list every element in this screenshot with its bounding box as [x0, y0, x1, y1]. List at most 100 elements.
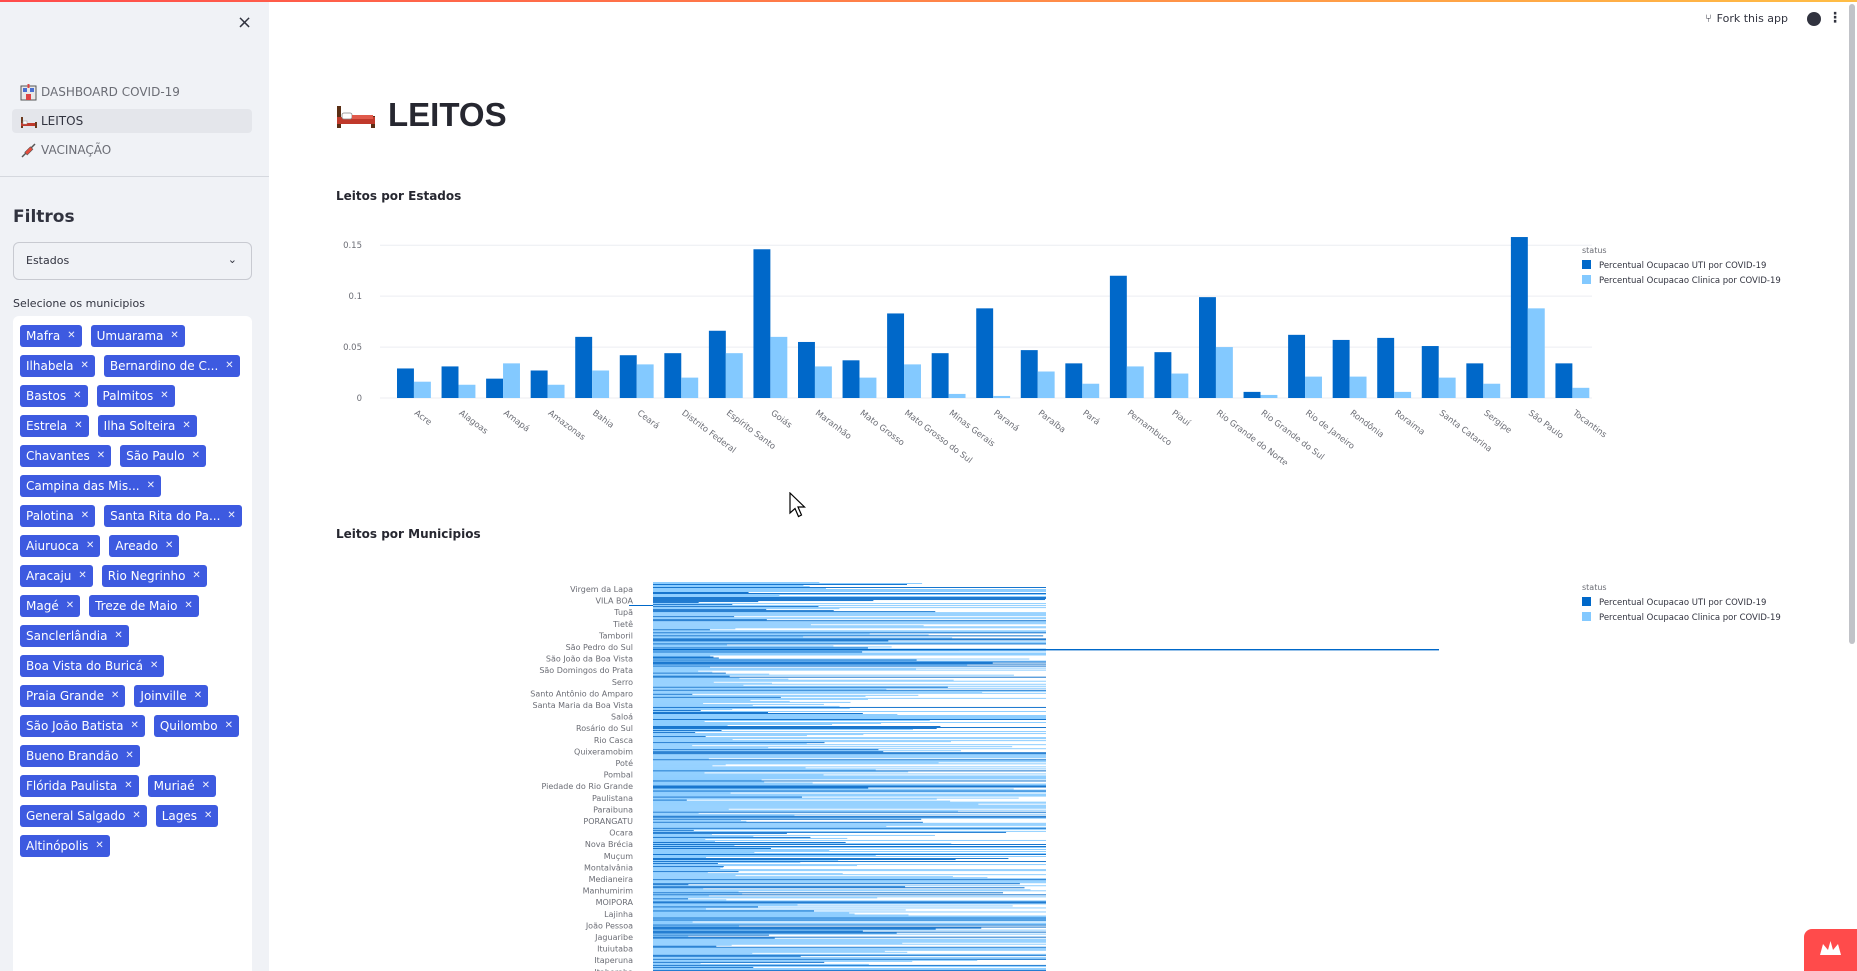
bar[interactable] [653, 686, 948, 688]
bar[interactable] [653, 806, 1046, 808]
bar[interactable] [653, 842, 952, 844]
bar[interactable] [653, 649, 1439, 651]
bar[interactable] [547, 384, 565, 398]
bar[interactable] [653, 964, 1046, 966]
bar[interactable] [653, 878, 1046, 880]
bar[interactable] [887, 313, 905, 398]
nav-item-leitos[interactable]: LEITOS [12, 109, 252, 133]
bar[interactable] [653, 584, 908, 585]
bar[interactable] [1171, 373, 1189, 398]
remove-tag-icon[interactable]: ✕ [225, 715, 233, 737]
bar[interactable] [653, 608, 840, 610]
bar[interactable] [1082, 383, 1100, 398]
bar[interactable] [653, 777, 1046, 779]
bar[interactable] [653, 620, 1046, 622]
bar[interactable] [653, 692, 1046, 694]
bar[interactable] [653, 622, 1046, 624]
bar[interactable] [653, 940, 1046, 942]
bar[interactable] [653, 900, 1046, 902]
bar[interactable] [653, 968, 1046, 970]
bar[interactable] [653, 835, 754, 837]
bar[interactable] [653, 952, 753, 954]
bar[interactable] [653, 703, 824, 705]
bar[interactable] [653, 767, 806, 769]
bar[interactable] [653, 633, 870, 635]
bar[interactable] [653, 831, 1007, 833]
bar[interactable] [653, 785, 1046, 787]
bar[interactable] [653, 698, 868, 700]
legend-label[interactable]: Percentual Ocupacao Clinica por COVID-19 [1599, 276, 1781, 286]
bar[interactable] [653, 691, 983, 693]
bar[interactable] [653, 870, 1046, 872]
bar[interactable] [653, 888, 704, 890]
bar[interactable] [653, 682, 772, 684]
municipio-tag[interactable]: General Salgado ✕ [20, 805, 147, 827]
bar[interactable] [653, 702, 704, 704]
bar[interactable] [653, 710, 1046, 712]
bar[interactable] [636, 364, 654, 398]
municipio-tag[interactable]: Magé ✕ [20, 595, 81, 617]
bar[interactable] [653, 676, 1046, 678]
municipios-bar-chart[interactable]: Virgem da Lapa VILA BOA Tupã Tietê Tamboril S… [324, 578, 1624, 971]
bar[interactable] [1527, 308, 1545, 398]
nav-item-vacinacao[interactable]: VACINAÇÃO [12, 138, 252, 162]
bar[interactable] [653, 881, 1046, 883]
bar[interactable] [653, 706, 1046, 708]
remove-tag-icon[interactable]: ✕ [204, 805, 212, 827]
bar[interactable] [653, 781, 765, 783]
bar[interactable] [653, 951, 908, 953]
bar[interactable] [653, 643, 1046, 645]
bar[interactable] [653, 613, 1046, 615]
bar[interactable] [653, 944, 732, 946]
bar[interactable] [653, 669, 1046, 671]
bar[interactable] [653, 716, 1046, 717]
bar[interactable] [653, 750, 962, 752]
remove-tag-icon[interactable]: ✕ [111, 685, 119, 707]
bar[interactable] [653, 960, 913, 962]
legend-swatch[interactable] [1582, 260, 1591, 269]
bar[interactable] [653, 928, 936, 930]
bar[interactable] [653, 894, 1046, 896]
bar[interactable] [653, 908, 706, 910]
bar[interactable] [653, 774, 824, 776]
bar[interactable] [653, 846, 1046, 847]
bar[interactable] [653, 635, 1044, 637]
bar[interactable] [653, 935, 689, 937]
nav-item-dashboard[interactable]: DASHBOARD COVID-19 [12, 80, 252, 104]
bar[interactable] [708, 330, 726, 398]
bar[interactable] [653, 882, 1046, 884]
bar[interactable] [653, 929, 1046, 931]
bar[interactable] [653, 739, 733, 741]
bar[interactable] [653, 606, 819, 608]
bar[interactable] [653, 885, 1046, 887]
bar[interactable] [653, 856, 1046, 857]
bar[interactable] [976, 308, 994, 398]
bar[interactable] [653, 629, 710, 631]
bar[interactable] [1243, 391, 1261, 398]
bar[interactable] [653, 889, 1031, 891]
bar[interactable] [653, 921, 693, 923]
remove-tag-icon[interactable]: ✕ [74, 415, 82, 437]
bar[interactable] [413, 381, 431, 398]
municipio-tag[interactable]: Palmitos ✕ [96, 385, 175, 407]
bar[interactable] [653, 663, 1046, 665]
bar[interactable] [653, 808, 729, 810]
remove-tag-icon[interactable]: ✕ [81, 355, 89, 377]
bar[interactable] [653, 917, 1046, 919]
bar[interactable] [653, 915, 1046, 917]
bar[interactable] [653, 949, 1046, 951]
bar[interactable] [653, 742, 825, 744]
bar[interactable] [653, 747, 769, 749]
bar[interactable] [664, 353, 682, 398]
bar[interactable] [653, 792, 731, 794]
remove-tag-icon[interactable]: ✕ [97, 445, 105, 467]
bar[interactable] [753, 249, 771, 398]
bar[interactable] [653, 820, 747, 822]
bar[interactable] [653, 810, 959, 812]
bar[interactable] [653, 869, 1046, 871]
bar[interactable] [653, 916, 1046, 918]
bar[interactable] [653, 845, 735, 846]
bar[interactable] [653, 725, 728, 726]
bar[interactable] [653, 699, 751, 701]
remove-tag-icon[interactable]: ✕ [114, 625, 122, 647]
